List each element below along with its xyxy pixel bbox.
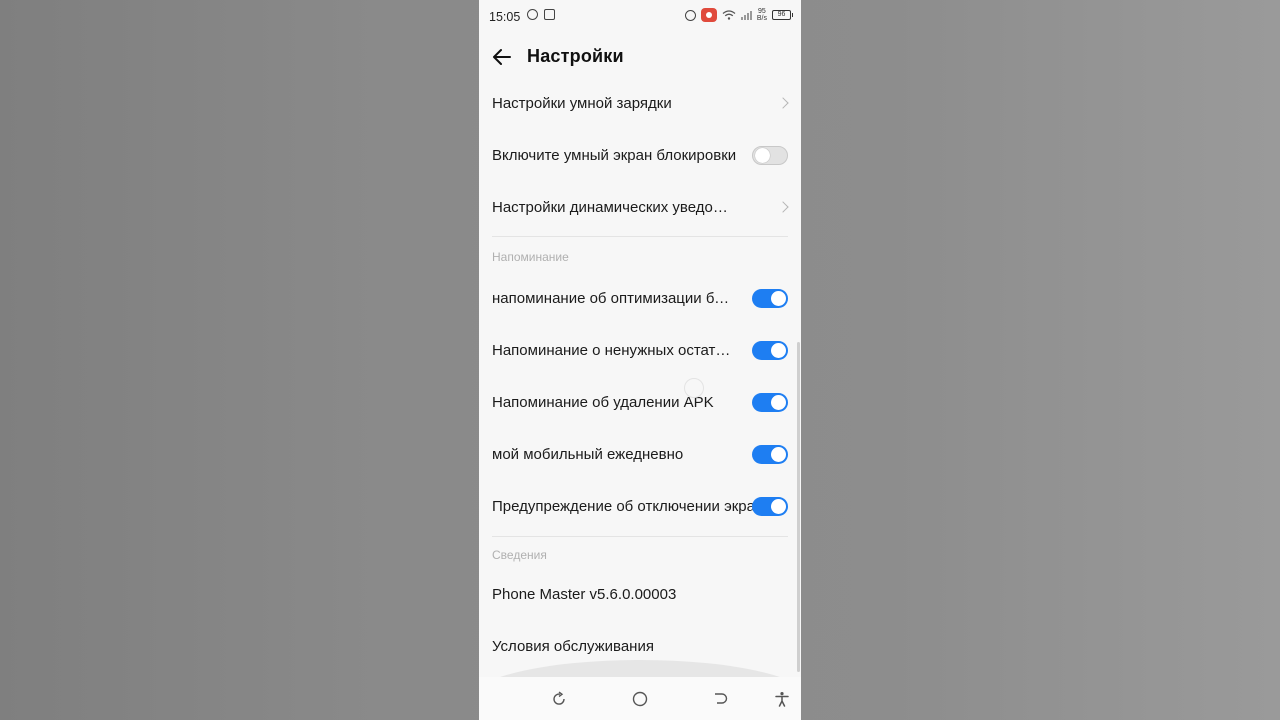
status-time: 15:05 [489,10,521,24]
signal-icon [740,10,752,20]
section-header-info: Сведения [492,548,547,562]
smart-lock-screen-toggle[interactable] [752,145,788,165]
item-label: Настройки умной зарядки [492,94,672,112]
record-indicator-icon [527,9,538,20]
toggle-knob [771,342,786,358]
home-circle-icon[interactable] [632,691,648,707]
net-speed: 95 B/s [756,8,767,22]
touch-indicator [684,378,704,398]
back-arrow-icon[interactable] [491,46,513,68]
status-icons-left [527,9,555,20]
smart-lock-screen-item[interactable]: Включите умный экран блокировки [479,129,801,181]
chevron-right-icon [777,97,789,109]
item-label: мой мобильный ежедневно [492,445,684,463]
back-return-icon[interactable] [712,691,728,707]
apk-removal-reminder-toggle[interactable] [752,392,788,412]
screen-record-icon [700,8,717,22]
app-version-item: Phone Master v5.6.0.00003 [479,568,801,620]
item-label: Напоминание о ненужных остатках [492,341,737,359]
my-mobile-daily-toggle[interactable] [752,444,788,464]
battery-optimization-reminder-toggle[interactable] [752,288,788,308]
my-mobile-daily-item[interactable]: мой мобильный ежедневно [479,428,801,480]
screen-off-warning-toggle[interactable] [752,496,788,516]
apk-removal-reminder-item[interactable]: Напоминание об удалении APK [479,376,801,428]
app-header: Настройки [479,36,801,78]
item-label: Phone Master v5.6.0.00003 [492,585,677,603]
scrollbar[interactable] [797,342,800,672]
smart-charging-settings-item[interactable]: Настройки умной зарядки [479,77,801,129]
item-label: Настройки динамических уведомлений [492,198,737,216]
battery-icon: 96 [772,10,793,20]
chevron-right-icon [777,201,789,213]
toggle-knob [771,498,786,514]
dynamic-notifications-settings-item[interactable]: Настройки динамических уведомлений [479,181,801,233]
item-label: Напоминание об удалении APK [492,393,714,411]
toggle-knob [755,147,770,163]
navigation-bar [479,677,801,720]
junk-files-reminder-item[interactable]: Напоминание о ненужных остатках [479,324,801,376]
item-label: Включите умный экран блокировки [492,146,737,164]
phone-screen: 15:05 95 B/s 96 Настройки Настройки умно… [479,0,801,720]
toggle-knob [771,394,786,410]
status-bar: 15:05 95 B/s 96 [479,0,801,34]
wifi-icon [722,10,736,20]
accessibility-icon[interactable] [774,691,790,707]
item-label: Условия обслуживания [492,637,654,655]
section-header-reminder: Напоминание [492,250,569,264]
app-notification-icon [544,9,555,20]
divider [492,236,788,237]
battery-optimization-reminder-item[interactable]: напоминание об оптимизации батареи [479,272,801,324]
item-label: напоминание об оптимизации батареи [492,289,737,307]
junk-files-reminder-toggle[interactable] [752,340,788,360]
item-label: Предупреждение об отключении экрана [492,497,772,515]
refresh-icon[interactable] [551,691,567,707]
toggle-knob [771,446,786,462]
screen-off-warning-item[interactable]: Предупреждение об отключении экрана [479,480,801,532]
toggle-knob [771,290,786,306]
data-saver-icon [684,9,696,21]
status-icons-right: 95 B/s 96 [684,8,793,22]
page-title: Настройки [527,46,624,66]
divider [492,536,788,537]
